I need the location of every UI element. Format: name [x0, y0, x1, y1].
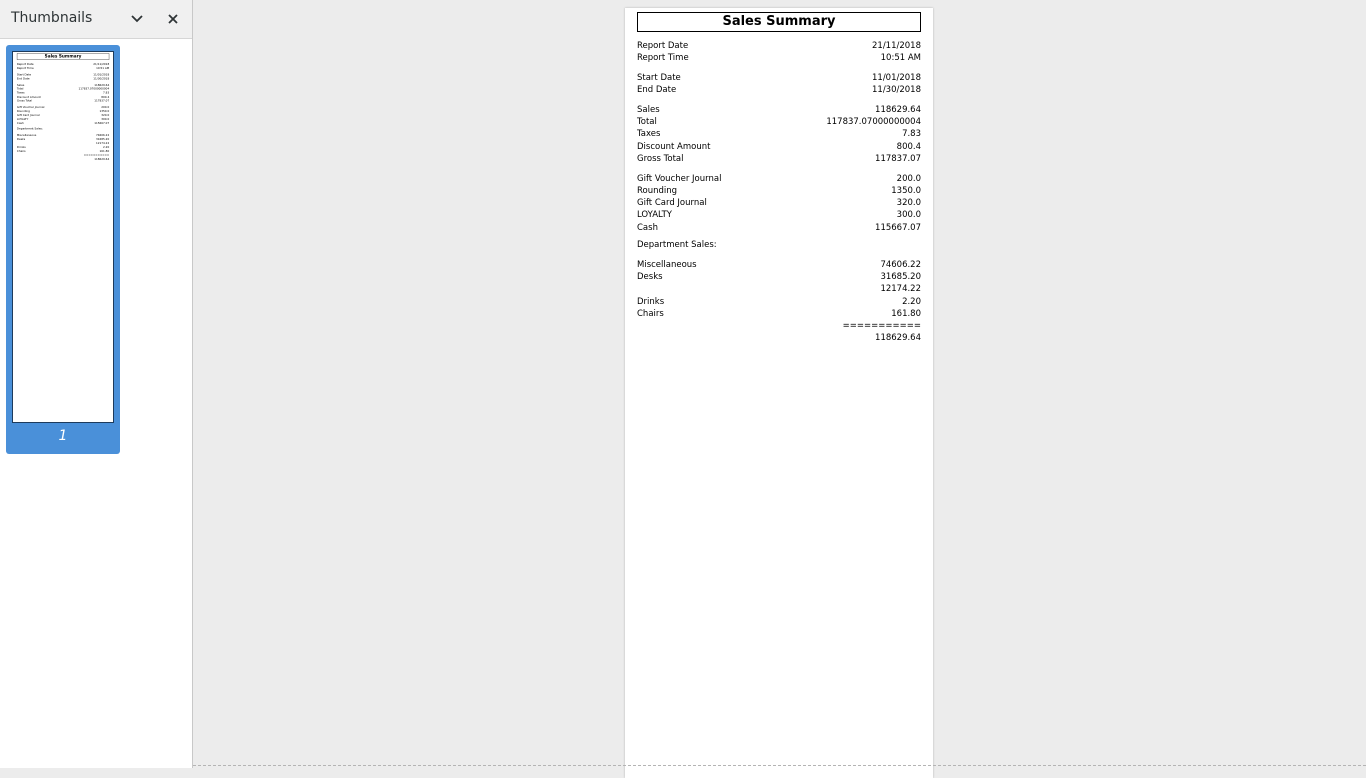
report-time-label: Report Time — [637, 53, 689, 63]
end-date-value: 11/30/2018 — [93, 77, 110, 81]
sidebar-title: Thumbnails — [11, 10, 93, 26]
discount-label: Discount Amount — [637, 142, 711, 152]
gift-card-row: Gift Card Journal 320.0 — [637, 197, 921, 209]
end-date-row: End Date 11/30/2018 — [637, 84, 921, 96]
cash-value: 115667.07 — [875, 223, 921, 233]
gift-voucher-label: Gift Voucher Journal — [637, 174, 722, 184]
report-time-value: 10:51 AM — [880, 53, 921, 63]
page-thumbnail-selected[interactable]: Sales Summary Report Date 21/11/2018 Rep… — [6, 45, 120, 454]
loyalty-row: LOYALTY 300.0 — [637, 209, 921, 221]
desks-value: 31685.20 — [880, 272, 921, 282]
start-date-label: Start Date — [637, 73, 681, 83]
sales-value: 118629.64 — [875, 105, 921, 115]
taxes-row: Taxes 7.83 — [637, 128, 921, 140]
sales-row: Sales 118629.64 — [637, 104, 921, 116]
discount-value: 800.4 — [896, 142, 921, 152]
sidebar-menu-button[interactable] — [127, 9, 147, 29]
gross-total-label: Gross Total — [637, 154, 684, 164]
chairs-row: Chairs 161.80 — [637, 308, 921, 320]
cash-row: Cash 115667.07 — [637, 222, 921, 234]
miscellaneous-label: Miscellaneous — [637, 260, 697, 270]
department-sales-heading: Department Sales: — [637, 240, 717, 250]
department-heading-row: Department Sales: — [17, 127, 109, 131]
rounding-row: Rounding 1350.0 — [637, 185, 921, 197]
cash-label: Cash — [637, 223, 658, 233]
close-icon — [168, 14, 178, 24]
report-date-row: Report Date 21/11/2018 — [637, 40, 921, 52]
end-date-label: End Date — [16, 77, 30, 81]
taxes-label: Taxes — [637, 129, 661, 139]
desks-label: Desks — [637, 272, 663, 282]
department-total-row: 118629.64 — [637, 332, 921, 344]
page-boundary — [193, 765, 1366, 766]
unnamed-department-row: 12174.22 — [637, 283, 921, 295]
department-heading-row: Department Sales: — [637, 239, 921, 251]
miscellaneous-value: 74606.22 — [880, 260, 921, 270]
loyalty-value: 300.0 — [896, 210, 921, 220]
cash-label: Cash — [16, 121, 24, 126]
total-row: Total 117837.07000000004 — [637, 116, 921, 128]
sidebar-close-button[interactable] — [163, 9, 183, 29]
document-view[interactable]: Sales Summary Report Date 21/11/2018 Rep… — [193, 0, 1366, 778]
report-time-value: 10:51 AM — [96, 66, 110, 70]
chairs-value: 161.80 — [891, 309, 921, 319]
end-date-label: End Date — [637, 85, 677, 95]
chairs-label: Chairs — [637, 309, 664, 319]
end-date-value: 11/30/2018 — [872, 85, 921, 95]
report-date-label: Report Date — [637, 41, 689, 51]
report-time-row: Report Time 10:51 AM — [637, 52, 921, 64]
cash-row: Cash 115667.07 — [17, 122, 109, 126]
total-label: Total — [637, 117, 657, 127]
report-title: Sales Summary — [637, 12, 921, 32]
department-sales-heading: Department Sales: — [16, 127, 43, 131]
gross-total-value: 117837.07 — [94, 99, 110, 103]
chevron-down-icon — [131, 15, 143, 23]
unnamed-department-value: 12174.22 — [880, 284, 921, 294]
gross-total-row: Gross Total 117837.07 — [17, 99, 109, 103]
gross-total-label: Gross Total — [16, 99, 33, 103]
taxes-value: 7.83 — [902, 129, 921, 139]
total-value: 117837.07000000004 — [826, 117, 921, 127]
drinks-label: Drinks — [637, 297, 665, 307]
department-total-row: 118629.64 — [17, 157, 109, 161]
thumbnail-page-preview: Sales Summary Report Date 21/11/2018 Rep… — [12, 51, 114, 423]
sales-label: Sales — [637, 105, 660, 115]
department-total-value: 118629.64 — [94, 157, 110, 161]
gross-total-row: Gross Total 117837.07 — [637, 153, 921, 165]
drinks-row: Drinks 2.20 — [637, 296, 921, 308]
gross-total-value: 117837.07 — [875, 154, 921, 164]
cash-value: 115667.07 — [94, 121, 110, 126]
loyalty-label: LOYALTY — [637, 210, 672, 220]
thumbnails-sidebar: Thumbnails Sales Summary Report Date 21/… — [0, 0, 193, 768]
start-date-row: Start Date 11/01/2018 — [637, 72, 921, 84]
gift-card-label: Gift Card Journal — [637, 198, 707, 208]
thumbnail-page-number: 1 — [58, 428, 68, 444]
report-time-row: Report Time 10:51 AM — [17, 66, 109, 70]
document-page: Sales Summary Report Date 21/11/2018 Rep… — [625, 8, 933, 778]
discount-row: Discount Amount 800.4 — [637, 141, 921, 153]
separator-row: =========== — [637, 320, 921, 332]
rounding-value: 1350.0 — [891, 186, 921, 196]
gift-card-value: 320.0 — [896, 198, 921, 208]
report-time-label: Report Time — [16, 66, 34, 70]
gift-voucher-value: 200.0 — [896, 174, 921, 184]
end-date-row: End Date 11/30/2018 — [17, 77, 109, 81]
miscellaneous-row: Miscellaneous 74606.22 — [637, 259, 921, 271]
drinks-value: 2.20 — [902, 297, 921, 307]
sidebar-header: Thumbnails — [0, 0, 192, 39]
total-separator: =========== — [842, 321, 921, 331]
report-date-value: 21/11/2018 — [872, 41, 921, 51]
department-total-value: 118629.64 — [875, 333, 921, 343]
start-date-value: 11/01/2018 — [872, 73, 921, 83]
rounding-label: Rounding — [637, 186, 678, 196]
report-title: Sales Summary — [16, 53, 110, 60]
gift-voucher-row: Gift Voucher Journal 200.0 — [637, 173, 921, 185]
desks-row: Desks 31685.20 — [637, 271, 921, 283]
